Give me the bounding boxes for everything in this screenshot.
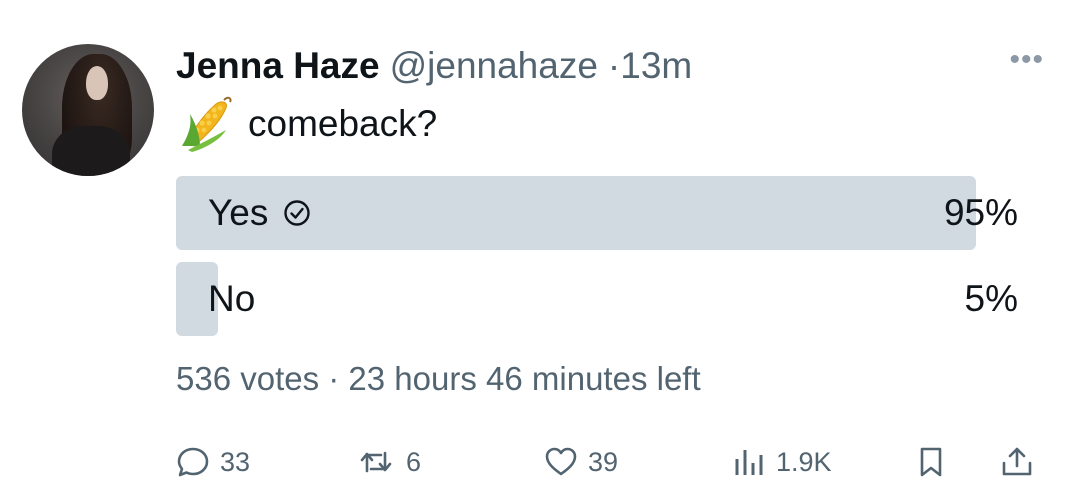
reply-button[interactable]: 33 [176, 440, 250, 484]
tweet-header: Jenna Haze @jennahaze · 13m [176, 44, 692, 88]
corn-emoji-icon [182, 96, 232, 152]
avatar-body [52, 126, 130, 176]
avatar-face [86, 66, 108, 100]
author-handle[interactable]: @jennahaze [390, 45, 598, 87]
views-icon [735, 450, 763, 475]
bookmark-icon [920, 447, 942, 477]
tweet-body: comeback? [248, 103, 438, 144]
poll-option-label: No [208, 278, 256, 319]
views-count: 1.9K [776, 446, 832, 477]
like-count: 39 [588, 446, 619, 477]
timestamp[interactable]: 13m [620, 45, 692, 87]
like-icon [545, 447, 577, 476]
views-button[interactable]: 1.9K [732, 440, 832, 484]
repost-icon [360, 451, 392, 473]
avatar[interactable] [22, 44, 154, 176]
poll-meta: 536 votes · 23 hours 46 minutes left [176, 360, 701, 397]
repost-count: 6 [406, 446, 422, 477]
reply-icon [177, 447, 209, 477]
action-bar: 33 6 39 1.9K [176, 440, 1048, 484]
reply-count: 33 [220, 446, 251, 477]
poll-option-percent: 5% [964, 278, 1018, 319]
author-name[interactable]: Jenna Haze [176, 45, 380, 87]
more-icon[interactable]: ••• [1009, 45, 1044, 75]
bookmark-button[interactable] [914, 440, 948, 484]
tweet-text: comeback? [180, 96, 437, 152]
poll-option-no: No 5% [176, 262, 1018, 336]
share-button[interactable] [1000, 440, 1034, 484]
separator-dot: · [607, 45, 621, 86]
poll-option-percent: 95% [943, 192, 1018, 233]
poll-option-label: Yes [208, 192, 269, 233]
poll-option-yes: Yes 95% [176, 176, 1018, 250]
check-circle-icon [284, 200, 311, 226]
share-icon [1002, 447, 1032, 476]
repost-button[interactable]: 6 [356, 440, 421, 484]
like-button[interactable]: 39 [544, 440, 618, 484]
